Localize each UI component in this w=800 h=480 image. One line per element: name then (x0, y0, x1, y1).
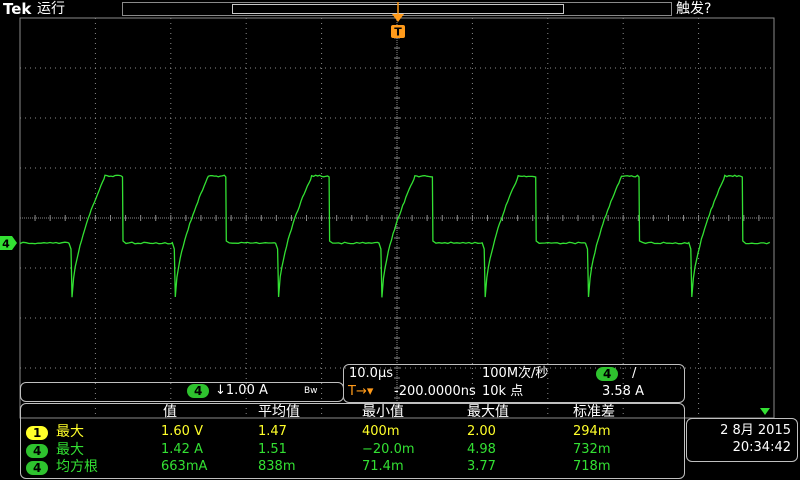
datetime-panel[interactable]: 2 8月 2015 20:34:42 (686, 418, 798, 462)
measurements-panel[interactable]: 值 平均值 最小值 最大值 标准差 1 最大 1.60 V 1.47 400m … (20, 403, 685, 479)
trigger-marker-label: T (394, 26, 402, 39)
measurement-min: 71.4m (362, 459, 404, 475)
ch4-badge: 4 (26, 461, 48, 475)
measurement-max: 2.00 (467, 424, 496, 440)
delay-icon: T→▾ (348, 384, 373, 400)
graticule (20, 18, 774, 418)
time-per-div: 10.0μs (349, 366, 393, 382)
measurement-row[interactable]: 4 最大 1.42 A 1.51 −20.0m 4.98 732m (21, 442, 681, 459)
timebase-panel[interactable]: 10.0μs 100M次/秒 4 / T→▾ -200.0000ns 10k 点… (343, 364, 685, 403)
ch4-waveform (20, 175, 770, 297)
sample-rate: 100M次/秒 (482, 366, 548, 382)
measurement-stddev: 718m (573, 459, 610, 475)
trigger-level: 3.58 A (602, 384, 644, 400)
measurement-mean: 1.47 (258, 424, 287, 440)
header-mean: 平均值 (258, 404, 300, 420)
header-min: 最小值 (362, 404, 404, 420)
ch1-badge: 1 (26, 426, 48, 440)
measurement-stddev: 732m (573, 442, 610, 458)
date-display: 2 8月 2015 (720, 423, 791, 439)
trigger-position-marker[interactable]: T (391, 2, 405, 39)
measurement-min: −20.0m (362, 442, 415, 458)
measurement-mean: 1.51 (258, 442, 287, 458)
time-display: 20:34:42 (733, 440, 791, 456)
trigger-source-badge: 4 (596, 367, 618, 381)
record-length: 10k 点 (482, 384, 523, 400)
measurement-value: 1.42 A (161, 442, 203, 458)
measurement-value: 1.60 V (161, 424, 203, 440)
header-stddev: 标准差 (573, 404, 615, 420)
measurement-max: 4.98 (467, 442, 496, 458)
measurement-name: 最大 (56, 424, 84, 440)
trigger-slope-icon: / (632, 366, 636, 382)
measurement-name: 最大 (56, 442, 84, 458)
measurement-row[interactable]: 4 均方根 663mA 838m 71.4m 3.77 718m (21, 459, 681, 476)
ch4-badge: 4 (187, 384, 209, 398)
measurement-value: 663mA (161, 459, 207, 475)
horizontal-delay: -200.0000ns (394, 384, 476, 400)
header-max: 最大值 (467, 404, 509, 420)
bandwidth-limit-icon: Bw (304, 384, 318, 398)
channel-settings-panel[interactable]: 4 ↓1.00 A Bw (20, 382, 344, 402)
ch4-ground-marker[interactable]: 4 (0, 236, 17, 251)
ch4-badge: 4 (26, 444, 48, 458)
ch4-marker-label: 4 (2, 238, 10, 251)
measurement-mean: 838m (258, 459, 295, 475)
header-value: 值 (163, 404, 177, 420)
measurement-min: 400m (362, 424, 399, 440)
measurement-name: 均方根 (56, 459, 98, 475)
measurement-row[interactable]: 1 最大 1.60 V 1.47 400m 2.00 294m (21, 424, 681, 441)
measurement-max: 3.77 (467, 459, 496, 475)
ch4-scale: ↓1.00 A (215, 383, 268, 399)
trigger-level-marker[interactable] (760, 408, 770, 415)
measurement-stddev: 294m (573, 424, 610, 440)
